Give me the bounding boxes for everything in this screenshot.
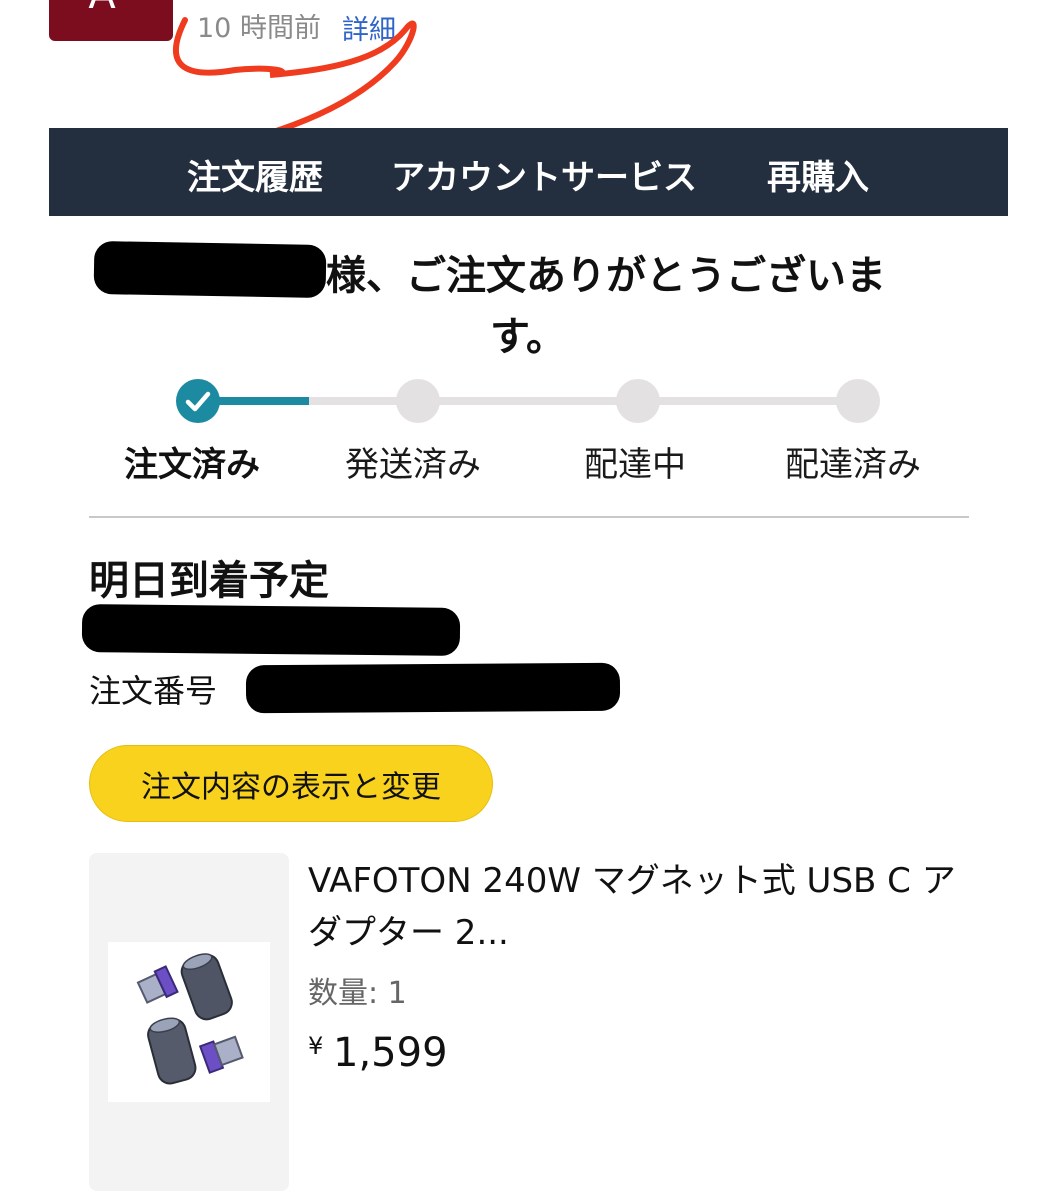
arrival-estimate: 明日到着予定 <box>89 558 329 604</box>
quantity: 数量: 1 <box>308 976 407 1011</box>
details-link[interactable]: 詳細 <box>342 8 396 47</box>
section-divider <box>89 516 969 518</box>
timestamp: 10 時間前 <box>197 13 321 44</box>
nav-account-service[interactable]: アカウントサービス <box>391 150 697 199</box>
order-number-label: 注文番号 <box>89 672 218 710</box>
currency-symbol: ¥ <box>308 1032 324 1060</box>
greeting-line-1: 様、ご注文ありがとうございま <box>326 253 886 299</box>
step-label-shipped: 発送済み <box>345 445 481 485</box>
redacted-customer-name <box>93 240 327 299</box>
step-delivered-dot <box>836 379 880 423</box>
product-price: 1,599 <box>333 1030 448 1076</box>
avatar-letter: A <box>72 0 132 18</box>
step-label-out-for-delivery: 配達中 <box>584 445 686 485</box>
redacted-address <box>81 604 461 656</box>
redacted-order-number <box>245 662 621 714</box>
nav-buy-again[interactable]: 再購入 <box>767 150 869 199</box>
product-image[interactable] <box>108 942 270 1102</box>
step-label-delivered: 配達済み <box>785 445 921 485</box>
view-and-change-order-button[interactable]: 注文内容の表示と変更 <box>89 745 493 822</box>
nav-order-history[interactable]: 注文履歴 <box>187 150 323 199</box>
step-shipped-dot <box>396 379 440 423</box>
greeting-line-2: す。 <box>490 314 566 360</box>
magnetic-adapter-image <box>136 953 244 1085</box>
step-out-for-delivery-dot <box>616 379 660 423</box>
check-icon <box>185 391 211 412</box>
product-title[interactable]: VAFOTON 240W マグネット式 USB C アダプター 2... <box>308 855 968 959</box>
step-label-ordered: 注文済み <box>124 445 260 485</box>
